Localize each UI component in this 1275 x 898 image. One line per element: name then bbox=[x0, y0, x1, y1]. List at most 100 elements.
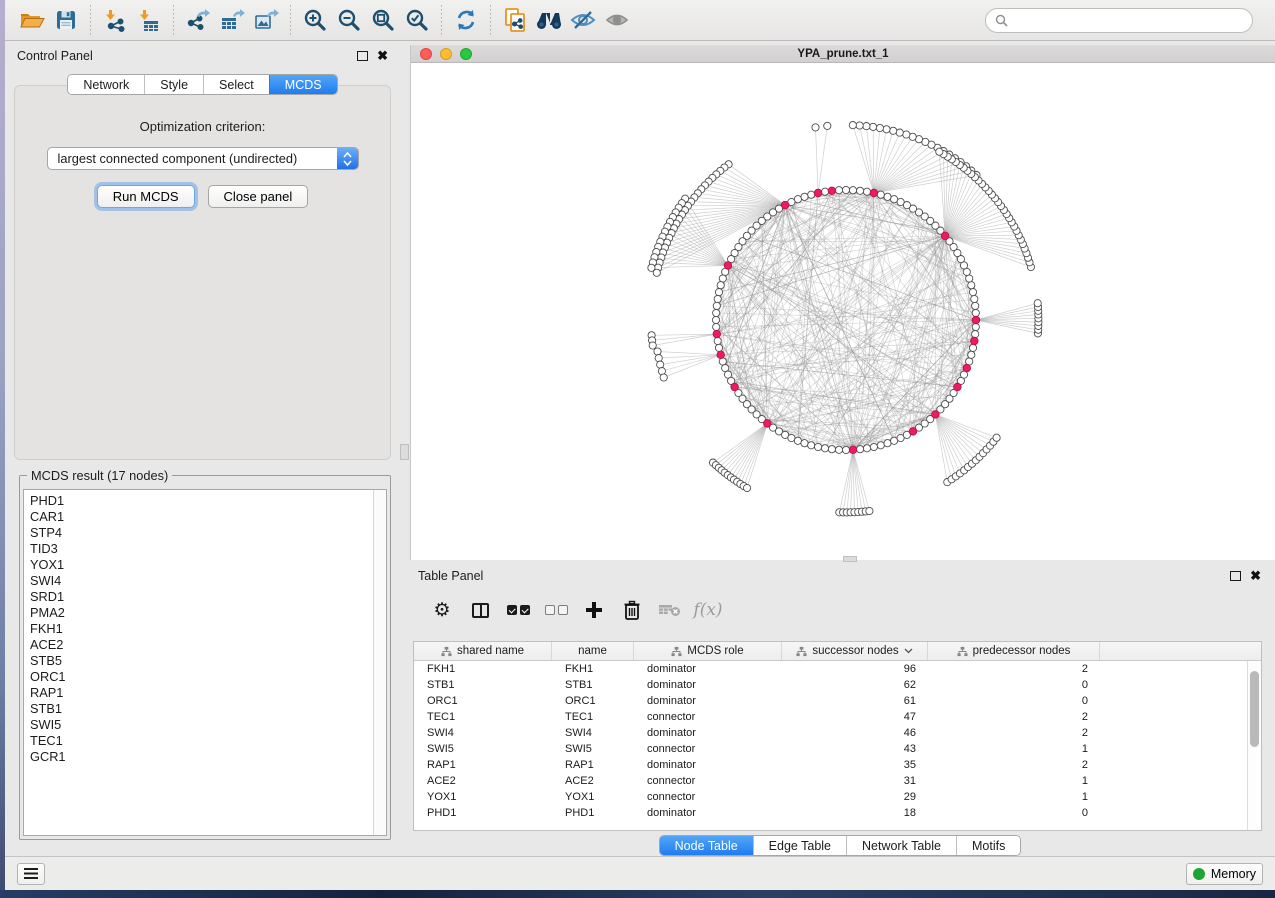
float-panel-icon[interactable] bbox=[357, 51, 368, 61]
mcds-result-item[interactable]: YOX1 bbox=[30, 557, 373, 573]
dropdown-stepper-icon bbox=[337, 148, 358, 169]
mcds-list-scrollbar[interactable] bbox=[373, 490, 386, 835]
eye-icon bbox=[604, 9, 630, 31]
eye-slash-icon bbox=[570, 9, 596, 31]
close-panel-icon[interactable]: ✖ bbox=[1250, 571, 1261, 581]
tab-motifs[interactable]: Motifs bbox=[956, 836, 1020, 855]
table-row[interactable]: STB1STB1dominator620 bbox=[414, 677, 1261, 693]
column-header-MCDS-role[interactable]: MCDS role bbox=[634, 642, 782, 660]
memory-status-icon bbox=[1193, 868, 1205, 880]
checked-boxes-icon bbox=[507, 605, 530, 615]
first-neighbors-button[interactable] bbox=[532, 4, 566, 36]
column-header-label: predecessor nodes bbox=[973, 645, 1071, 657]
table-settings-button[interactable]: ⚙ bbox=[423, 595, 461, 625]
export-network-button[interactable] bbox=[181, 4, 215, 36]
run-mcds-button[interactable]: Run MCDS bbox=[97, 185, 195, 208]
zoom-fit-button[interactable] bbox=[366, 4, 400, 36]
mcds-result-item[interactable]: SRD1 bbox=[30, 589, 373, 605]
zoom-in-button[interactable] bbox=[298, 4, 332, 36]
hide-selected-button[interactable] bbox=[566, 4, 600, 36]
mcds-result-item[interactable]: RAP1 bbox=[30, 685, 373, 701]
mcds-result-item[interactable]: CAR1 bbox=[30, 509, 373, 525]
table-row[interactable]: ACE2ACE2connector311 bbox=[414, 773, 1261, 789]
table-cell: 2 bbox=[928, 663, 1100, 675]
column-header-successor-nodes[interactable]: successor nodes bbox=[782, 642, 928, 660]
close-panel-button[interactable]: Close panel bbox=[208, 185, 309, 208]
table-panel-tabs: Node TableEdge TableNetwork TableMotifs bbox=[659, 835, 1022, 856]
column-header-name[interactable]: name bbox=[552, 642, 634, 660]
tab-network-table[interactable]: Network Table bbox=[846, 836, 956, 855]
mcds-result-item[interactable]: FKH1 bbox=[30, 621, 373, 637]
tab-style[interactable]: Style bbox=[144, 75, 203, 94]
mcds-result-item[interactable]: ACE2 bbox=[30, 637, 373, 653]
import-network-button[interactable] bbox=[98, 4, 132, 36]
criterion-dropdown[interactable]: largest connected component (undirected) bbox=[47, 147, 359, 170]
delete-column-button[interactable] bbox=[613, 595, 651, 625]
show-columns-button[interactable] bbox=[461, 595, 499, 625]
column-header-label: shared name bbox=[457, 645, 524, 657]
table-cell: 1 bbox=[928, 775, 1100, 787]
table-row[interactable]: RAP1RAP1dominator352 bbox=[414, 757, 1261, 773]
function-builder-button[interactable]: f(x) bbox=[689, 595, 727, 625]
import-table-button[interactable] bbox=[132, 4, 166, 36]
export-image-button[interactable] bbox=[249, 4, 283, 36]
tab-mcds[interactable]: MCDS bbox=[269, 75, 337, 94]
deselect-all-columns-button[interactable] bbox=[537, 595, 575, 625]
search-input[interactable] bbox=[1014, 13, 1243, 27]
mcds-result-item[interactable]: STB1 bbox=[30, 701, 373, 717]
table-row[interactable]: ORC1ORC1dominator610 bbox=[414, 693, 1261, 709]
mcds-result-item[interactable]: PMA2 bbox=[30, 605, 373, 621]
trash-icon bbox=[623, 600, 641, 620]
table-row[interactable]: SWI5SWI5connector431 bbox=[414, 741, 1261, 757]
table-row[interactable]: FKH1FKH1dominator962 bbox=[414, 661, 1261, 677]
clone-network-button[interactable] bbox=[498, 4, 532, 36]
search-icon bbox=[995, 14, 1008, 27]
table-row[interactable]: TEC1TEC1connector472 bbox=[414, 709, 1261, 725]
mcds-result-item[interactable]: GCR1 bbox=[30, 749, 373, 765]
save-session-button[interactable] bbox=[49, 4, 83, 36]
mcds-result-item[interactable]: SWI5 bbox=[30, 717, 373, 733]
export-table-button[interactable] bbox=[215, 4, 249, 36]
mcds-result-item[interactable]: TEC1 bbox=[30, 733, 373, 749]
zoom-selected-button[interactable] bbox=[400, 4, 434, 36]
tab-network[interactable]: Network bbox=[68, 75, 144, 94]
select-all-columns-button[interactable] bbox=[499, 595, 537, 625]
memory-button[interactable]: Memory bbox=[1186, 863, 1263, 885]
mcds-result-item[interactable]: SWI4 bbox=[30, 573, 373, 589]
network-graph[interactable] bbox=[411, 63, 1275, 559]
gear-icon: ⚙ bbox=[433, 601, 450, 620]
delete-table-button[interactable] bbox=[651, 595, 689, 625]
network-canvas[interactable] bbox=[411, 63, 1275, 559]
mcds-result-item[interactable]: TID3 bbox=[30, 541, 373, 557]
table-cell: 31 bbox=[782, 775, 928, 787]
column-header-shared-name[interactable]: shared name bbox=[414, 642, 552, 660]
network-window-titlebar[interactable]: YPA_prune.txt_1 bbox=[411, 45, 1275, 63]
mcds-result-list[interactable]: PHD1CAR1STP4TID3YOX1SWI4SRD1PMA2FKH1ACE2… bbox=[23, 489, 387, 836]
tab-edge-table[interactable]: Edge Table bbox=[753, 836, 846, 855]
close-panel-icon[interactable]: ✖ bbox=[377, 51, 388, 61]
table-row[interactable]: PHD1PHD1dominator180 bbox=[414, 805, 1261, 821]
tab-node-table[interactable]: Node Table bbox=[660, 836, 753, 855]
sort-desc-icon[interactable] bbox=[904, 648, 913, 654]
open-file-button[interactable] bbox=[15, 4, 49, 36]
refresh-button[interactable] bbox=[449, 4, 483, 36]
column-header-predecessor-nodes[interactable]: predecessor nodes bbox=[928, 642, 1100, 660]
mcds-result-item[interactable]: STP4 bbox=[30, 525, 373, 541]
table-scrollbar[interactable] bbox=[1247, 661, 1261, 830]
mcds-result-item[interactable]: PHD1 bbox=[30, 493, 373, 509]
show-all-button[interactable] bbox=[600, 4, 634, 36]
tab-select[interactable]: Select bbox=[203, 75, 269, 94]
table-cell: RAP1 bbox=[552, 759, 634, 771]
table-cell: YOX1 bbox=[552, 791, 634, 803]
vertical-splitter-handle[interactable] bbox=[400, 444, 409, 460]
create-column-button[interactable] bbox=[575, 595, 613, 625]
table-row[interactable]: YOX1YOX1connector291 bbox=[414, 789, 1261, 805]
zoom-out-button[interactable] bbox=[332, 4, 366, 36]
task-history-button[interactable] bbox=[17, 863, 45, 885]
table-row[interactable]: SWI4SWI4dominator462 bbox=[414, 725, 1261, 741]
mcds-result-item[interactable]: ORC1 bbox=[30, 669, 373, 685]
mcds-result-item[interactable]: STB5 bbox=[30, 653, 373, 669]
table-scrollbar-thumb[interactable] bbox=[1250, 671, 1259, 747]
float-panel-icon[interactable] bbox=[1230, 571, 1241, 581]
search-box[interactable] bbox=[985, 8, 1253, 33]
